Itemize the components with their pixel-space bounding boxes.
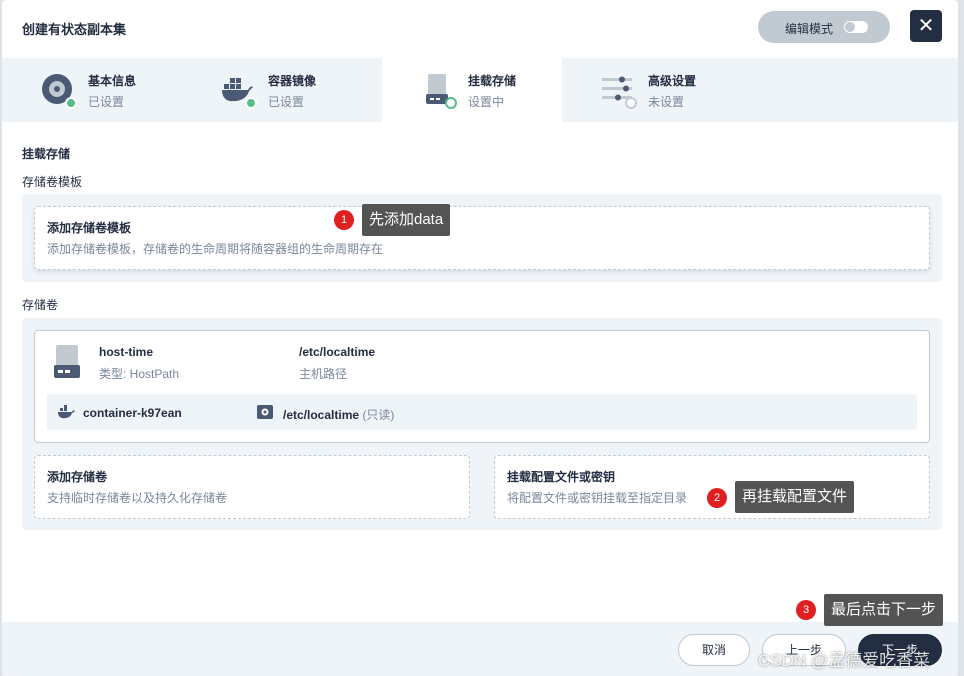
- volume-name: host-time: [99, 345, 153, 359]
- modal-header: 创建有状态副本集 编辑模式 ✕: [2, 0, 958, 56]
- mount-path-value: /etc/localtime: [283, 408, 360, 422]
- tab-status: 设置中: [468, 95, 505, 109]
- volume-template-label: 存储卷模板: [22, 175, 83, 189]
- volume-path-label: 主机路径: [299, 367, 348, 381]
- tab-title: 高级设置: [648, 74, 697, 88]
- tab-status: 未设置: [648, 95, 685, 109]
- status-dot: [245, 97, 257, 109]
- annotation-badge: 1: [334, 210, 354, 230]
- tab-title: 基本信息: [88, 74, 137, 88]
- mount-config-or-secret-button[interactable]: 挂载配置文件或密钥 将配置文件或密钥挂载至指定目录: [494, 455, 930, 519]
- docker-icon: [57, 405, 75, 424]
- mount-path-icon: [257, 405, 273, 424]
- cancel-button[interactable]: 取消: [678, 634, 750, 666]
- tab-basic-info[interactable]: 基本信息 已设置: [2, 58, 182, 122]
- mount-config-desc: 将配置文件或密钥挂载至指定目录: [507, 491, 688, 505]
- section-title: 挂载存储: [22, 147, 71, 161]
- volume-mount-row: container-k97ean /etc/localtime (只读): [47, 394, 917, 430]
- volume-host-path: /etc/localtime: [299, 345, 376, 359]
- annotation-badge: 3: [796, 600, 816, 620]
- volume-template-panel: 添加存储卷模板 添加存储卷模板，存储卷的生命周期将随容器组的生命周期存在: [22, 194, 942, 282]
- tab-container-image[interactable]: 容器镜像 已设置: [182, 58, 362, 122]
- container-name: container-k97ean: [83, 406, 182, 420]
- add-volume-title: 添加存储卷: [47, 470, 108, 484]
- storage-icon: [53, 345, 81, 384]
- toggle-switch[interactable]: [844, 21, 868, 33]
- annotation-tooltip: 再挂载配置文件: [735, 481, 855, 513]
- annotation-tooltip: 最后点击下一步: [824, 594, 944, 626]
- step-tabs: 基本信息 已设置 容器镜像 已设置 挂载存储 设置中 高级设置 未设置: [2, 58, 958, 122]
- tab-mount-storage[interactable]: 挂载存储 设置中: [382, 58, 562, 122]
- add-volume-desc: 支持临时存储卷以及持久化存储卷: [47, 491, 228, 505]
- status-dot: [65, 97, 77, 109]
- mount-path: /etc/localtime (只读): [283, 406, 394, 423]
- volume-type: 类型: HostPath: [99, 367, 180, 381]
- add-volume-button[interactable]: 添加存储卷 支持临时存储卷以及持久化存储卷: [34, 455, 470, 519]
- tab-advanced-settings[interactable]: 高级设置 未设置: [562, 58, 742, 122]
- edit-mode-label: 编辑模式: [785, 22, 834, 36]
- mount-mode: (只读): [362, 408, 395, 422]
- volumes-label: 存储卷: [22, 298, 59, 312]
- tab-title: 挂载存储: [468, 74, 517, 88]
- close-button[interactable]: ✕: [910, 10, 942, 42]
- add-template-title: 添加存储卷模板: [47, 221, 132, 235]
- tab-status: 已设置: [88, 95, 125, 109]
- add-volume-template-button[interactable]: 添加存储卷模板 添加存储卷模板，存储卷的生命周期将随容器组的生命周期存在: [34, 206, 930, 270]
- status-dot: [625, 97, 637, 109]
- add-template-desc: 添加存储卷模板，存储卷的生命周期将随容器组的生命周期存在: [47, 242, 384, 256]
- edit-mode-toggle[interactable]: 编辑模式: [758, 11, 890, 43]
- create-statefulset-modal: 创建有状态副本集 编辑模式 ✕ 基本信息 已设置 容器镜像 已设置 挂载存储 设…: [2, 0, 958, 676]
- mount-config-title: 挂载配置文件或密钥: [507, 470, 616, 484]
- status-dot: [445, 97, 457, 109]
- tab-status: 已设置: [268, 95, 305, 109]
- volume-card[interactable]: host-time 类型: HostPath /etc/localtime 主机…: [34, 330, 930, 443]
- annotation-tooltip: 先添加data: [362, 204, 451, 236]
- modal-title: 创建有状态副本集: [22, 22, 127, 37]
- watermark: CSDN @孟德爱吃香菜: [758, 651, 931, 670]
- tab-title: 容器镜像: [268, 74, 317, 88]
- annotation-badge: 2: [707, 488, 727, 508]
